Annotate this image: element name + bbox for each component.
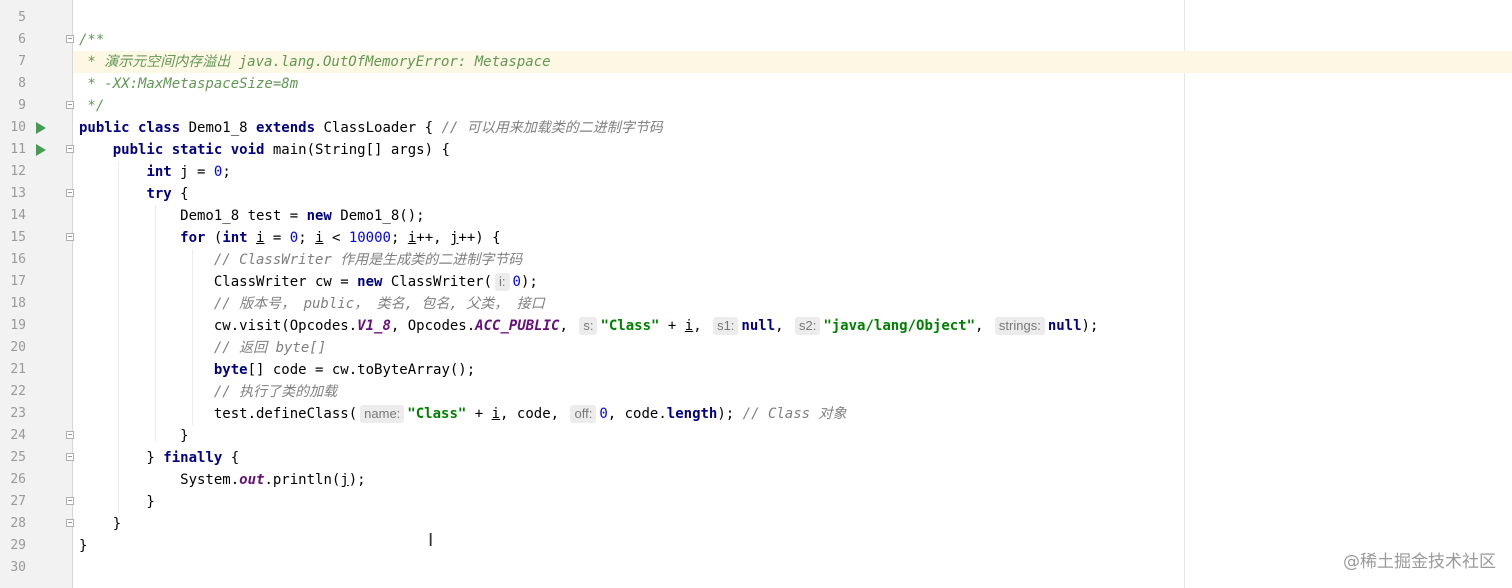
code-text[interactable]: // ClassWriter 作用是生成类的二进制字节码 (79, 249, 522, 271)
line-number: 12 (10, 164, 26, 179)
code-line[interactable]: 20 // 返回 byte[] (0, 337, 1512, 359)
watermark: @稀土掘金技术社区 (1343, 552, 1496, 572)
line-number: 22 (10, 384, 26, 399)
line-number: 11 (10, 142, 26, 157)
fold-close-icon[interactable] (66, 453, 74, 461)
code-text[interactable]: int j = 0; (79, 161, 230, 183)
code-line[interactable]: 13 try { (0, 183, 1512, 205)
code-line[interactable]: 15 for (int i = 0; i < 10000; i++, j++) … (0, 227, 1512, 249)
line-number: 28 (10, 516, 26, 531)
line-number: 23 (10, 406, 26, 421)
line-number: 6 (18, 32, 26, 47)
code-text[interactable]: test.defineClass(name: "Class" + i, code,… (79, 403, 847, 425)
line-number: 29 (10, 538, 26, 553)
fold-close-icon[interactable] (66, 431, 74, 439)
line-number: 20 (10, 340, 26, 355)
line-number: 15 (10, 230, 26, 245)
line-number: 26 (10, 472, 26, 487)
code-line[interactable]: 10 public class Demo1_8 extends ClassLoad… (0, 117, 1512, 139)
line-number: 5 (18, 10, 26, 25)
code-line[interactable]: 5 (0, 7, 1512, 29)
fold-open-icon[interactable] (66, 145, 74, 153)
code-text[interactable]: * -XX:MaxMetaspaceSize=8m (79, 73, 298, 95)
fold-close-icon[interactable] (66, 519, 74, 527)
line-number: 9 (18, 98, 26, 113)
code-line[interactable]: 28 } (0, 513, 1512, 535)
code-text[interactable]: System.out.println(j); (79, 469, 365, 491)
code-line[interactable]: 23 test.defineClass(name: "Class" + i, co… (0, 403, 1512, 425)
code-text[interactable]: /** (79, 29, 104, 51)
code-text[interactable]: } (79, 535, 87, 557)
code-line[interactable]: 8 * -XX:MaxMetaspaceSize=8m (0, 73, 1512, 95)
code-line[interactable]: 27 } (0, 491, 1512, 513)
code-text[interactable]: // 返回 byte[] (79, 337, 326, 359)
code-text[interactable]: } (79, 513, 121, 535)
code-line[interactable]: 29} (0, 535, 1512, 557)
code-text[interactable]: // 版本号， public， 类名, 包名, 父类， 接口 (79, 293, 545, 315)
code-line[interactable]: 19 cw.visit(Opcodes.V1_8, Opcodes.ACC_PU… (0, 315, 1512, 337)
code-line[interactable]: 9 */ (0, 95, 1512, 117)
line-number: 8 (18, 76, 26, 91)
code-text[interactable]: byte[] code = cw.toByteArray(); (79, 359, 475, 381)
fold-close-icon[interactable] (66, 101, 74, 109)
code-text[interactable]: * 演示元空间内存溢出 java.lang.OutOfMemoryError: … (79, 51, 550, 73)
code-line[interactable]: 24 } (0, 425, 1512, 447)
line-number: 13 (10, 186, 26, 201)
line-number: 27 (10, 494, 26, 509)
code-line[interactable]: 18 // 版本号， public， 类名, 包名, 父类， 接口 (0, 293, 1512, 315)
fold-close-icon[interactable] (66, 497, 74, 505)
fold-open-icon[interactable] (66, 35, 74, 43)
code-line[interactable]: 17 ClassWriter cw = new ClassWriter(i: 0)… (0, 271, 1512, 293)
line-number: 16 (10, 252, 26, 267)
code-text[interactable]: public static void main(String[] args) { (79, 139, 450, 161)
code-line[interactable]: 30 (0, 557, 1512, 579)
code-text[interactable]: public class Demo1_8 extends ClassLoader… (79, 117, 663, 139)
code-line[interactable]: 25 } finally { (0, 447, 1512, 469)
code-text[interactable]: for (int i = 0; i < 10000; i++, j++) { (79, 227, 500, 249)
line-number: 25 (10, 450, 26, 465)
code-line[interactable]: 12 int j = 0; (0, 161, 1512, 183)
code-line[interactable]: 14 Demo1_8 test = new Demo1_8(); (0, 205, 1512, 227)
code-text[interactable]: */ (79, 95, 104, 117)
run-gutter-icon[interactable] (36, 144, 46, 156)
line-number: 14 (10, 208, 26, 223)
code-editor[interactable]: 5 6/** 7 * 演示元空间内存溢出 java.lang.OutOfMemory… (0, 0, 1512, 588)
fold-open-icon[interactable] (66, 233, 74, 241)
line-number: 21 (10, 362, 26, 377)
code-line[interactable]: 22 // 执行了类的加载 (0, 381, 1512, 403)
code-line[interactable]: 16 // ClassWriter 作用是生成类的二进制字节码 (0, 249, 1512, 271)
line-number: 10 (10, 120, 26, 135)
line-number: 17 (10, 274, 26, 289)
code-text[interactable]: } (79, 491, 154, 513)
code-text[interactable]: } (79, 425, 188, 447)
code-line[interactable]: 21 byte[] code = cw.toByteArray(); (0, 359, 1512, 381)
line-number: 24 (10, 428, 26, 443)
code-text[interactable]: ClassWriter cw = new ClassWriter(i: 0); (79, 271, 538, 293)
line-number: 18 (10, 296, 26, 311)
code-text[interactable]: // 执行了类的加载 (79, 381, 337, 403)
run-gutter-icon[interactable] (36, 122, 46, 134)
code-line[interactable]: 6 /** (0, 29, 1512, 51)
code-text[interactable]: try { (79, 183, 188, 205)
text-cursor-icon: I (428, 530, 434, 551)
code-text[interactable]: } finally { (79, 447, 239, 469)
code-text[interactable]: cw.visit(Opcodes.V1_8, Opcodes.ACC_PUBLI… (79, 315, 1098, 337)
code-line[interactable]: 26 System.out.println(j); (0, 469, 1512, 491)
line-number: 19 (10, 318, 26, 333)
line-number: 30 (10, 560, 26, 575)
code-text[interactable]: Demo1_8 test = new Demo1_8(); (79, 205, 424, 227)
code-line[interactable]: 11 public static void main(String[] args… (0, 139, 1512, 161)
fold-open-icon[interactable] (66, 189, 74, 197)
code-line[interactable]: 7 * 演示元空间内存溢出 java.lang.OutOfMemoryError… (0, 51, 1512, 73)
line-number: 7 (18, 54, 26, 69)
